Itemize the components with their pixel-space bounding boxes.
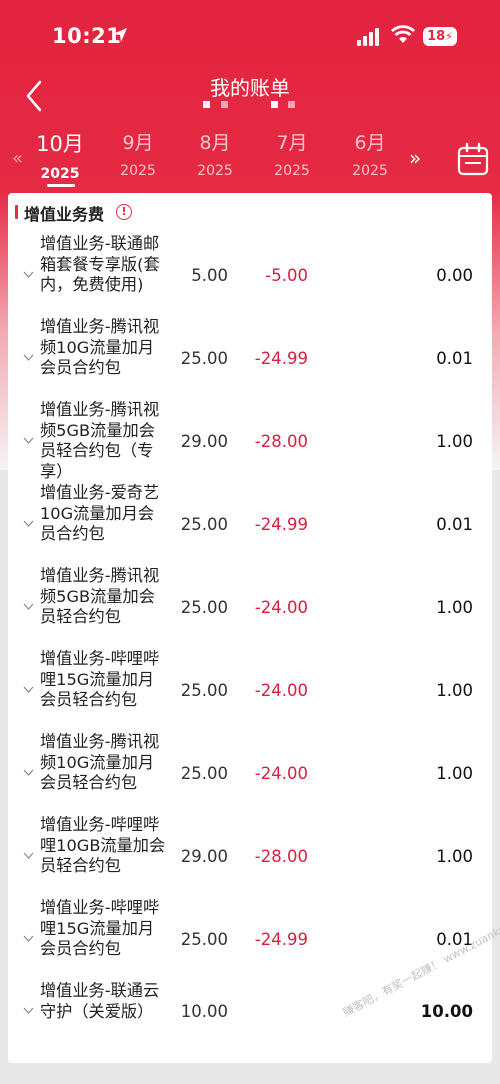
battery-indicator: 18⚡ (423, 27, 457, 46)
chevron-down-icon (23, 852, 34, 859)
chevron-down-icon (23, 769, 34, 776)
item-actual: 1.00 (436, 598, 473, 617)
bill-items-list: 增值业务-联通邮箱套餐专享版(套内，免费使用) 5.00 -5.00 0.00 … (8, 234, 492, 1051)
month-label: 6月 (354, 132, 386, 154)
month-tab-september[interactable]: 9月 2025 (103, 128, 173, 179)
month-next-button[interactable]: » (409, 146, 421, 170)
year-label: 2025 (120, 163, 156, 179)
item-actual: 10.00 (420, 1002, 473, 1021)
chevron-down-icon (23, 935, 34, 942)
info-icon[interactable]: ! (116, 204, 132, 220)
item-amount: 25.00 (180, 515, 228, 534)
section-header: 增值业务费 ! (8, 193, 492, 231)
item-actual: 0.01 (436, 515, 473, 534)
month-tab-june[interactable]: 6月 2025 (335, 128, 405, 179)
status-bar: 10:21 18⚡ (0, 0, 500, 60)
item-actual: 1.00 (436, 847, 473, 866)
year-label: 2025 (197, 163, 233, 179)
item-discount: -28.00 (254, 432, 308, 451)
item-discount: -24.99 (254, 349, 308, 368)
month-tab-august[interactable]: 8月 2025 (180, 128, 250, 179)
item-actual: 0.00 (436, 266, 473, 285)
item-actual: 1.00 (436, 432, 473, 451)
bill-item-row[interactable]: 增值业务-哔哩哔哩10GB流量加会员轻合约包 29.00 -28.00 1.00 (8, 815, 492, 898)
month-tab-october[interactable]: 10月 2025 (25, 128, 95, 182)
item-discount: -24.99 (254, 515, 308, 534)
chevron-down-icon (23, 354, 34, 361)
month-label: 9月 (122, 132, 154, 154)
month-tab-july[interactable]: 7月 2025 (257, 128, 327, 179)
bill-item-row[interactable]: 增值业务-哔哩哔哩15G流量加月会员轻合约包 25.00 -24.00 1.00 (8, 649, 492, 732)
bill-item-row[interactable]: 增值业务-腾讯视频5GB流量加会员轻合约包（专享） 29.00 -28.00 1… (8, 400, 492, 483)
year-label: 2025 (274, 163, 310, 179)
item-discount: -24.00 (254, 681, 308, 700)
item-amount: 10.00 (180, 1002, 228, 1021)
item-actual: 1.00 (436, 764, 473, 783)
item-amount: 25.00 (180, 349, 228, 368)
item-name: 增值业务-哔哩哔哩15G流量加月会员轻合约包 (40, 649, 160, 709)
section-accent-bar (15, 205, 18, 219)
month-label: 7月 (276, 132, 308, 154)
calendar-icon[interactable] (457, 142, 489, 176)
year-label: 2025 (352, 163, 388, 179)
item-discount: -24.00 (254, 598, 308, 617)
item-amount: 25.00 (180, 764, 228, 783)
page-indicator (203, 101, 303, 109)
item-amount: 25.00 (180, 598, 228, 617)
location-arrow-icon (113, 28, 127, 42)
navigation-bar: 我的账单 (0, 62, 500, 122)
month-prev-button[interactable]: « (12, 148, 23, 169)
bill-item-row[interactable]: 增值业务-爱奇艺10G流量加月会员合约包 25.00 -24.99 0.01 (8, 483, 492, 566)
wifi-icon (391, 25, 415, 43)
page-title: 我的账单 (210, 76, 290, 100)
bill-item-row[interactable]: 增值业务-联通邮箱套餐专享版(套内，免费使用) 5.00 -5.00 0.00 (8, 234, 492, 317)
item-discount: -24.99 (254, 930, 308, 949)
item-name: 增值业务-腾讯视频10G流量加月会员轻合约包 (40, 732, 160, 792)
item-name: 增值业务-哔哩哔哩10GB流量加会员轻合约包 (40, 815, 166, 875)
battery-level: 18 (427, 29, 446, 44)
item-amount: 5.00 (191, 266, 228, 285)
item-amount: 29.00 (180, 847, 228, 866)
item-name: 增值业务-腾讯视频5GB流量加会员轻合约包（专享） (40, 400, 160, 481)
bill-item-row[interactable]: 增值业务-腾讯视频10G流量加月会员合约包 25.00 -24.99 0.01 (8, 317, 492, 400)
month-selector: « 10月 2025 9月 2025 8月 2025 7月 2025 6月 20… (0, 128, 500, 188)
chevron-down-icon (23, 520, 34, 527)
item-actual: 1.00 (436, 681, 473, 700)
item-name: 增值业务-爱奇艺10G流量加月会员合约包 (40, 483, 160, 543)
charging-icon: ⚡ (445, 30, 453, 43)
item-amount: 29.00 (180, 432, 228, 451)
cellular-signal-icon (357, 28, 385, 46)
month-label: 10月 (36, 132, 84, 156)
item-amount: 25.00 (180, 930, 228, 949)
item-discount: -28.00 (254, 847, 308, 866)
item-amount: 25.00 (180, 681, 228, 700)
item-name: 增值业务-腾讯视频10G流量加月会员合约包 (40, 317, 160, 377)
bill-item-row[interactable]: 增值业务-腾讯视频5GB流量加会员轻合约包 25.00 -24.00 1.00 (8, 566, 492, 649)
item-name: 增值业务-哔哩哔哩15G流量加月会员合约包 (40, 898, 160, 958)
chevron-down-icon (23, 437, 34, 444)
item-name: 增值业务-联通云守护（关爱版） (40, 981, 160, 1021)
bill-detail-card: 增值业务费 ! 增值业务-联通邮箱套餐专享版(套内，免费使用) 5.00 -5.… (8, 193, 492, 1063)
status-time: 10:21 (52, 24, 122, 48)
item-actual: 0.01 (436, 349, 473, 368)
item-name: 增值业务-腾讯视频5GB流量加会员轻合约包 (40, 566, 160, 626)
year-label: 2025 (40, 166, 80, 182)
chevron-down-icon (23, 1007, 34, 1014)
active-month-underline (47, 184, 75, 187)
chevron-down-icon (23, 271, 34, 278)
month-label: 8月 (199, 132, 231, 154)
item-discount: -5.00 (265, 266, 308, 285)
section-title: 增值业务费 (24, 205, 105, 224)
item-name: 增值业务-联通邮箱套餐专享版(套内，免费使用) (40, 234, 160, 294)
bill-item-row[interactable]: 增值业务-腾讯视频10G流量加月会员轻合约包 25.00 -24.00 1.00 (8, 732, 492, 815)
chevron-down-icon (23, 603, 34, 610)
bill-item-row[interactable]: 增值业务-联通云守护（关爱版） 10.00 10.00 (8, 981, 492, 1051)
chevron-down-icon (23, 686, 34, 693)
bottom-safe-area (0, 1066, 500, 1084)
item-discount: -24.00 (254, 764, 308, 783)
